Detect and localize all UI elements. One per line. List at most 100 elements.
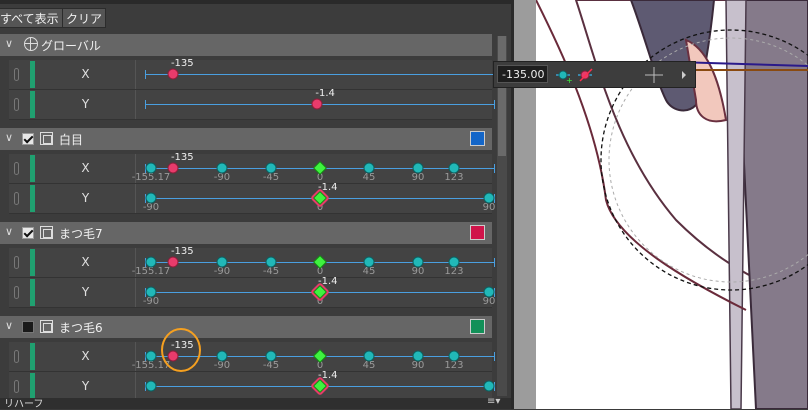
chevron-down-icon[interactable]: ∨ <box>5 37 13 50</box>
group-header[interactable]: ∨ グローバル <box>0 34 492 56</box>
keyframe-marker[interactable] <box>483 380 495 392</box>
visibility-checkbox[interactable] <box>22 133 34 145</box>
keyframe-marker[interactable] <box>312 284 328 300</box>
keyframe-marker[interactable] <box>312 378 328 394</box>
group-header[interactable]: ∨ まつ毛6 <box>0 316 492 338</box>
keyframe-marker[interactable] <box>145 162 157 174</box>
keyframe-marker[interactable] <box>363 162 375 174</box>
keyframe-marker[interactable] <box>145 350 157 362</box>
key-track[interactable]: -155.17 -90 -45 0 45 90 123 -135 <box>132 152 495 184</box>
menu-icon[interactable]: ≡▾ <box>487 396 500 407</box>
param-row: X -155.17 -90 -45 0 45 90 123 -135 <box>9 328 495 372</box>
keyframe-marker[interactable] <box>265 256 277 268</box>
lock-icon[interactable] <box>14 68 19 81</box>
lock-icon[interactable] <box>14 286 19 299</box>
keyframe-marker[interactable] <box>167 256 179 268</box>
key-track[interactable]: -135 <box>145 58 495 90</box>
tooltip-arrow-icon[interactable] <box>682 71 686 79</box>
group-name: まつ毛7 <box>59 227 103 241</box>
keyframe-marker[interactable] <box>167 162 179 174</box>
color-swatch[interactable] <box>470 319 485 334</box>
chevron-down-icon[interactable]: ∨ <box>5 131 13 144</box>
lock-icon[interactable] <box>14 162 19 175</box>
keyframe-marker[interactable] <box>265 350 277 362</box>
animation-panel: すべて表示 クリア ∨ グローバル X -135 Y -1.4 ∨ 白目 X -155.17 -90… <box>0 0 511 410</box>
bottom-label: リハーフ <box>4 399 44 410</box>
axis-label: X <box>36 248 136 277</box>
param-row: X -135 <box>9 58 495 90</box>
keyframe-marker[interactable] <box>412 256 424 268</box>
keyframe-marker[interactable] <box>448 256 460 268</box>
lock-icon[interactable] <box>14 192 19 205</box>
keyframe-marker[interactable] <box>312 190 328 206</box>
chevron-down-icon[interactable]: ∨ <box>5 225 13 238</box>
keyframe-marker[interactable] <box>363 350 375 362</box>
tick-label: 123 <box>444 172 464 183</box>
crosshair-icon[interactable] <box>645 67 663 83</box>
keyframe-marker[interactable] <box>312 254 328 270</box>
keyframe-marker[interactable] <box>448 350 460 362</box>
track-color-bar <box>30 249 35 276</box>
lock-icon[interactable] <box>14 350 19 363</box>
keyframe-marker[interactable] <box>412 350 424 362</box>
keyframe-marker[interactable] <box>483 286 495 298</box>
tick-label: 123 <box>444 360 464 371</box>
keyframe-marker[interactable] <box>216 350 228 362</box>
lock-icon[interactable] <box>14 380 19 393</box>
keyframe-marker[interactable] <box>145 256 157 268</box>
scrollbar[interactable] <box>497 36 507 396</box>
color-swatch[interactable] <box>470 225 485 240</box>
keyframe-marker[interactable] <box>265 162 277 174</box>
color-swatch[interactable] <box>470 131 485 146</box>
keyframe-marker[interactable] <box>145 286 157 298</box>
key-track[interactable]: -155.17 -90 -45 0 45 90 123 -135 <box>132 246 495 278</box>
tick-label: 90 <box>411 360 425 371</box>
key-track[interactable]: -90 0 90 -1.4 <box>143 182 496 214</box>
chevron-down-icon[interactable]: ∨ <box>5 319 13 332</box>
track-start-tick <box>145 70 146 79</box>
track-line <box>145 74 495 75</box>
track-color-bar <box>30 155 35 182</box>
keyframe-marker[interactable] <box>216 162 228 174</box>
keyframe-marker[interactable] <box>216 256 228 268</box>
tick-label: 45 <box>362 172 376 183</box>
show-all-button[interactable]: すべて表示 <box>0 8 63 28</box>
keyframe-marker[interactable] <box>363 256 375 268</box>
add-key-icon[interactable]: + <box>556 70 573 85</box>
track-end-tick <box>494 164 495 173</box>
key-track[interactable]: -155.17 -90 -45 0 45 90 123 -135 <box>132 328 495 372</box>
globe-icon <box>24 37 38 51</box>
keyframe-marker[interactable] <box>145 380 157 392</box>
group-name: 白目 <box>59 133 84 147</box>
keyframe-marker[interactable] <box>483 192 495 204</box>
tick-label: 90 <box>411 172 425 183</box>
axis-label: X <box>36 60 136 89</box>
key-track[interactable]: -1.4 <box>145 88 495 120</box>
keyframe-marker[interactable] <box>167 68 179 80</box>
tick-label: -90 <box>142 296 160 307</box>
current-value-label: -135 <box>170 58 194 69</box>
keyframe-marker[interactable] <box>312 160 328 176</box>
visibility-checkbox[interactable] <box>22 227 34 239</box>
keyframe-marker[interactable] <box>312 348 328 364</box>
tick-label: 90 <box>482 296 496 307</box>
group-header[interactable]: ∨ まつ毛7 <box>0 222 492 244</box>
tooltip-value-field[interactable]: -135.00 <box>497 65 548 83</box>
visibility-checkbox[interactable] <box>22 321 34 333</box>
keyframe-marker[interactable] <box>448 162 460 174</box>
key-track[interactable]: -90 0 90 -1.4 <box>142 276 496 308</box>
panel-top-strip <box>0 0 511 4</box>
clear-button[interactable]: クリア <box>62 8 107 28</box>
tick-label: -45 <box>262 266 280 277</box>
remove-key-icon[interactable] <box>578 68 593 82</box>
group-header[interactable]: ∨ 白目 <box>0 128 492 150</box>
scrollbar-thumb[interactable] <box>498 36 506 156</box>
tick-label: -90 <box>213 360 231 371</box>
keyframe-marker[interactable] <box>145 192 157 204</box>
lock-icon[interactable] <box>14 98 19 111</box>
lock-icon[interactable] <box>14 256 19 269</box>
layer-frame-icon <box>40 320 53 333</box>
keyframe-marker[interactable] <box>311 98 323 110</box>
keyframe-marker[interactable] <box>412 162 424 174</box>
bottom-bar: リハーフ ≡▾ <box>0 396 511 410</box>
